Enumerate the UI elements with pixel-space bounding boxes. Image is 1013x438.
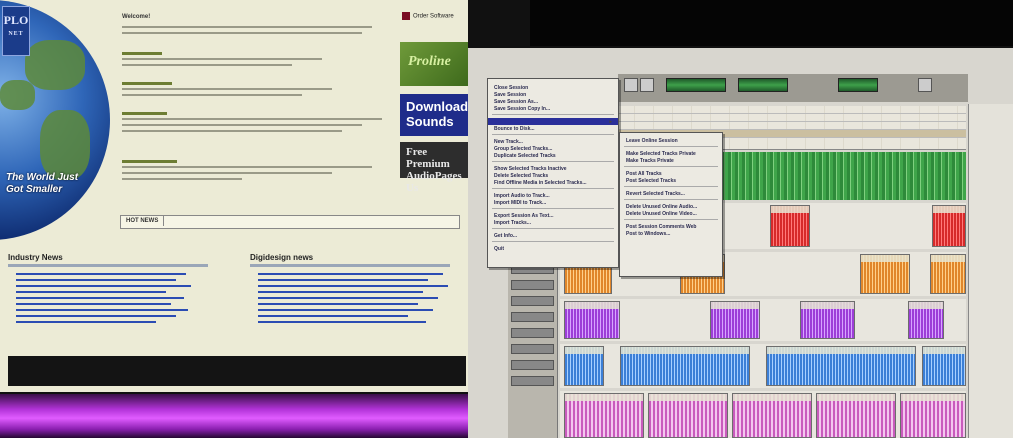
welcome-text: Welcome! bbox=[122, 14, 151, 20]
cart-icon bbox=[402, 12, 410, 20]
site-tagline: The World Just Got Smaller bbox=[6, 172, 79, 195]
submenu-item[interactable]: Make Tracks Private bbox=[620, 157, 722, 164]
audio-clip[interactable] bbox=[930, 254, 966, 294]
menu-item-inactive[interactable]: Show Selected Tracks Inactive bbox=[488, 165, 618, 172]
menu-item-import-midi[interactable]: Import MIDI to Track... bbox=[488, 199, 618, 206]
order-software-button[interactable]: Order Software bbox=[402, 12, 454, 20]
menu-item-bounce[interactable]: Bounce to Disk... bbox=[488, 125, 618, 132]
logo-sub: NET bbox=[8, 31, 24, 37]
audio-clip[interactable] bbox=[564, 393, 644, 438]
industry-news-section: Industry News bbox=[8, 253, 208, 346]
proline-ad-banner[interactable]: Proline bbox=[400, 42, 468, 86]
track-controls-column bbox=[508, 258, 558, 438]
menu-item-find-offline[interactable]: Find Offline Media in Selected Tracks... bbox=[488, 179, 618, 186]
submenu-item[interactable]: Post Selected Tracks bbox=[620, 177, 722, 184]
menu-item-delete-tracks[interactable]: Delete Selected Tracks bbox=[488, 172, 618, 179]
site-footer bbox=[8, 356, 466, 386]
audio-clip[interactable] bbox=[648, 393, 728, 438]
audio-clip[interactable] bbox=[922, 346, 966, 386]
purple-light-band bbox=[0, 394, 490, 438]
submenu-item[interactable]: Revert Selected Tracks... bbox=[620, 190, 722, 197]
audio-clip[interactable] bbox=[770, 205, 810, 247]
menu-item-group-tracks[interactable]: Group Selected Tracks... bbox=[488, 145, 618, 152]
audio-clip[interactable] bbox=[732, 393, 812, 438]
menu-item-close-session[interactable]: Close Session bbox=[488, 84, 618, 91]
menu-item-import-tracks[interactable]: Import Tracks... bbox=[488, 219, 618, 226]
track-control[interactable] bbox=[511, 376, 554, 386]
site-logo[interactable]: PLO NET bbox=[2, 6, 30, 56]
hot-news-label: HOT NEWS bbox=[121, 216, 165, 226]
audio-clip[interactable] bbox=[932, 205, 966, 247]
industry-news-links[interactable] bbox=[8, 271, 208, 341]
track-control[interactable] bbox=[511, 280, 554, 290]
track-control[interactable] bbox=[511, 328, 554, 338]
submenu-item[interactable]: Make Selected Tracks Private bbox=[620, 150, 722, 157]
play-button[interactable] bbox=[640, 78, 654, 92]
audio-clip[interactable] bbox=[620, 346, 750, 386]
track-control[interactable] bbox=[511, 360, 554, 370]
menu-item-save-copy[interactable]: Save Session Copy In... bbox=[488, 105, 618, 112]
file-menu: Close Session Save Session Save Session … bbox=[487, 78, 619, 268]
audio-clip[interactable] bbox=[816, 393, 896, 438]
menu-item-save-session-as[interactable]: Save Session As... bbox=[488, 98, 618, 105]
regions-list-panel bbox=[968, 104, 1013, 438]
submenu-item[interactable]: Leave Online Session bbox=[620, 137, 722, 144]
track-lane-purple[interactable] bbox=[560, 299, 966, 341]
submenu-item[interactable]: Post Session Comments Web bbox=[620, 223, 722, 230]
back-button[interactable] bbox=[624, 78, 638, 92]
audio-clip[interactable] bbox=[800, 301, 855, 339]
menu-item-get-info[interactable]: Get Info... bbox=[488, 232, 618, 239]
audio-clip[interactable] bbox=[766, 346, 916, 386]
industry-news-title: Industry News bbox=[8, 253, 63, 262]
counter-display bbox=[666, 78, 726, 92]
menu-item-online[interactable]: ▸ bbox=[488, 118, 618, 125]
menu-item-duplicate-tracks[interactable]: Duplicate Selected Tracks bbox=[488, 152, 618, 159]
zoom-button[interactable] bbox=[918, 78, 932, 92]
menu-item-import-audio[interactable]: Import Audio to Track... bbox=[488, 192, 618, 199]
download-sounds-banner[interactable]: Download Sounds bbox=[400, 94, 468, 136]
menu-item-save-session[interactable]: Save Session bbox=[488, 91, 618, 98]
track-lane-blue[interactable] bbox=[560, 344, 966, 388]
greeked-text bbox=[122, 26, 382, 180]
menu-item-new-track[interactable]: New Track... bbox=[488, 138, 618, 145]
track-control[interactable] bbox=[511, 312, 554, 322]
digidesign-news-title: Digidesign news bbox=[250, 253, 314, 262]
submenu-item[interactable]: Delete Unused Online Audio... bbox=[620, 203, 722, 210]
audio-clip[interactable] bbox=[908, 301, 944, 339]
menu-item-export-text[interactable]: Export Session As Text... bbox=[488, 212, 618, 219]
audio-clip[interactable] bbox=[710, 301, 760, 339]
level-meter bbox=[738, 78, 788, 92]
online-submenu: Leave Online Session Make Selected Track… bbox=[619, 132, 723, 277]
website-page: PLO NET The World Just Got Smaller Welco… bbox=[0, 0, 468, 392]
screenshot-collage: PLO NET The World Just Got Smaller Welco… bbox=[0, 0, 1013, 438]
audio-clip[interactable] bbox=[564, 346, 604, 386]
track-control[interactable] bbox=[511, 296, 554, 306]
hot-news-bar[interactable]: HOT NEWS bbox=[120, 215, 460, 229]
logo-text: PLO bbox=[3, 13, 29, 27]
digidesign-news-section: Digidesign news bbox=[250, 253, 450, 346]
sub-counter bbox=[838, 78, 878, 92]
black-background-bar bbox=[530, 0, 1013, 46]
audio-clip[interactable] bbox=[564, 301, 620, 339]
submenu-item[interactable]: Delete Unused Online Video... bbox=[620, 210, 722, 217]
track-lane-pink[interactable] bbox=[560, 391, 966, 438]
audio-clip[interactable] bbox=[900, 393, 966, 438]
submenu-item[interactable]: Post to Windows... bbox=[620, 230, 722, 237]
menu-item-quit[interactable]: Quit bbox=[488, 245, 618, 252]
free-premium-banner[interactable]: Free Premium AudioPages Us bbox=[400, 142, 468, 194]
track-control[interactable] bbox=[511, 344, 554, 354]
digidesign-news-links[interactable] bbox=[250, 271, 460, 341]
transport-toolbar bbox=[618, 74, 968, 102]
submenu-item[interactable]: Post All Tracks bbox=[620, 170, 722, 177]
audio-clip[interactable] bbox=[860, 254, 910, 294]
